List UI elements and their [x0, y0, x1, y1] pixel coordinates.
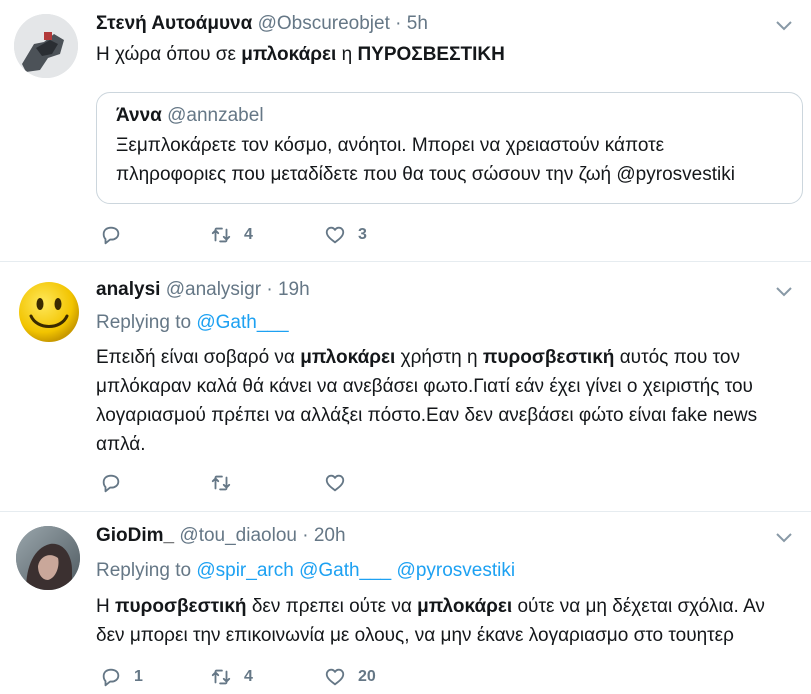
avatar[interactable] [14, 14, 78, 78]
quoted-text-line: Ξεμπλοκάρετε τον κόσμο, ανόητοι. Μπορει … [116, 135, 665, 156]
tweet-text: Η χώρα όπου σε μπλοκάρει η ΠΥΡΟΣΒΕΣΤΙΚΗ [96, 40, 505, 69]
like-icon [325, 474, 345, 492]
text-bold: πυροσβεστική [115, 596, 247, 617]
avatar-image [16, 526, 80, 590]
reply-button[interactable] [100, 472, 134, 494]
text-line: Επειδή είναι σοβαρό να μπλοκάρει χρήστη … [96, 343, 757, 372]
tweet-2[interactable]: analysi @analysigr · 19h Replying to @Ga… [0, 262, 811, 512]
like-count: 3 [358, 226, 367, 243]
mention-link[interactable]: @pyrosvestiki [397, 560, 516, 581]
tweet-text: Επειδή είναι σοβαρό να μπλοκάρει χρήστη … [96, 343, 757, 459]
tweet-header: Στενή Αυτοάμυνα @Obscureobjet · 5h [96, 13, 428, 35]
text-bold: ΠΥΡΟΣΒΕΣΤΙΚΗ [357, 44, 505, 65]
quoted-text: Ξεμπλοκάρετε τον κόσμο, ανόητοι. Μπορει … [116, 131, 735, 189]
text-segment: δεν πρεπει ούτε να [246, 596, 418, 617]
text-line: Η πυροσβεστική δεν πρεπει ούτε να μπλοκά… [96, 592, 765, 621]
retweet-button[interactable]: 4 [210, 666, 253, 688]
text-segment: αυτός που τον [614, 347, 740, 368]
like-button[interactable]: 3 [324, 224, 367, 246]
tweet-3[interactable]: GioDim_ @tou_diaolou · 20h Replying to @… [0, 512, 811, 694]
text-segment: Η [96, 596, 115, 617]
quoted-user-handle: @annzabel [167, 105, 264, 126]
retweet-count: 4 [244, 226, 253, 243]
like-count: 20 [358, 668, 376, 685]
quoted-display-name: Άννα [116, 105, 162, 126]
text-bold: μπλοκάρει [300, 347, 396, 368]
separator-dot: · [395, 13, 402, 34]
like-button[interactable]: 20 [324, 666, 376, 688]
separator-dot: · [266, 279, 273, 300]
quoted-text-line: πληροφοριες που μεταδίδετε που θα τους σ… [116, 164, 735, 185]
text-segment: ούτε να μη δέχεται σχόλια. Αν [512, 596, 765, 617]
tweet-text: Η πυροσβεστική δεν πρεπει ούτε να μπλοκά… [96, 592, 765, 650]
avatar[interactable] [17, 280, 81, 344]
reply-count: 1 [134, 668, 143, 685]
timestamp[interactable]: 20h [314, 525, 346, 546]
reply-button[interactable]: 1 [100, 666, 143, 688]
replying-to: Replying to @Gath___ [96, 312, 289, 334]
chevron-down-icon[interactable] [775, 20, 793, 32]
tweet-actions [100, 472, 500, 498]
avatar[interactable] [16, 526, 80, 590]
text-segment: Επειδή είναι σοβαρό να [96, 347, 301, 368]
separator-dot: · [302, 525, 309, 546]
quoted-tweet[interactable]: Άννα @annzabel Ξεμπλοκάρετε τον κόσμο, α… [96, 92, 803, 204]
text-line: μπλόκαραν καλά θά κάνει να ανεβάσει φωτο… [96, 376, 753, 397]
reply-icon [102, 226, 120, 245]
smiley-avatar-image [19, 282, 79, 342]
retweet-icon [211, 669, 231, 685]
text-line: λογαριασμού πρέπει να αλλάξει πόστο.Εαν … [96, 405, 758, 426]
replying-to-label: Replying to [96, 312, 192, 333]
like-button[interactable] [324, 472, 358, 494]
retweet-button[interactable] [210, 472, 244, 494]
text-line: απλά. [96, 434, 146, 455]
like-icon [325, 226, 345, 244]
tweet-actions: 1 4 20 [100, 666, 500, 692]
like-icon [325, 668, 345, 686]
retweet-count: 4 [244, 668, 253, 685]
reply-icon [102, 474, 120, 493]
chevron-down-icon[interactable] [775, 286, 793, 298]
text-line: δεν μπορει την επικοινωνία με ολους, να … [96, 625, 734, 646]
tweet-actions: 4 3 [100, 224, 500, 250]
replying-to-label: Replying to [96, 560, 192, 581]
chevron-down-icon[interactable] [775, 532, 793, 544]
timestamp[interactable]: 5h [407, 13, 428, 34]
mention-link[interactable]: @Gath___ [196, 312, 288, 333]
user-handle[interactable]: @Obscureobjet [258, 13, 390, 34]
reply-icon [102, 668, 120, 687]
user-handle[interactable]: @tou_diaolou [179, 525, 297, 546]
tweet-header: analysi @analysigr · 19h [96, 279, 310, 301]
reply-button[interactable] [100, 224, 134, 246]
timestamp[interactable]: 19h [278, 279, 310, 300]
user-handle[interactable]: @analysigr [166, 279, 261, 300]
mention-link[interactable]: @spir_arch [196, 560, 293, 581]
retweet-icon [211, 475, 231, 491]
tweet-1[interactable]: Στενή Αυτοάμυνα @Obscureobjet · 5h Η χώρ… [0, 0, 811, 262]
text-bold: μπλοκάρει [417, 596, 513, 617]
mention-link[interactable]: @Gath___ [299, 560, 391, 581]
replying-to: Replying to @spir_arch @Gath___ @pyrosve… [96, 560, 515, 582]
text-bold: μπλοκάρει [241, 44, 337, 65]
display-name[interactable]: Στενή Αυτοάμυνα [96, 13, 252, 34]
retweet-icon [211, 227, 231, 243]
text-segment: χρήστη η [395, 347, 483, 368]
text-segment: Η χώρα όπου σε [96, 44, 242, 65]
display-name[interactable]: analysi [96, 279, 160, 300]
text-bold: πυροσβεστική [482, 347, 615, 368]
display-name[interactable]: GioDim_ [96, 525, 174, 546]
text-segment: η [336, 44, 358, 65]
tweet-header: GioDim_ @tou_diaolou · 20h [96, 525, 346, 547]
avatar-image [14, 14, 78, 78]
retweet-button[interactable]: 4 [210, 224, 253, 246]
